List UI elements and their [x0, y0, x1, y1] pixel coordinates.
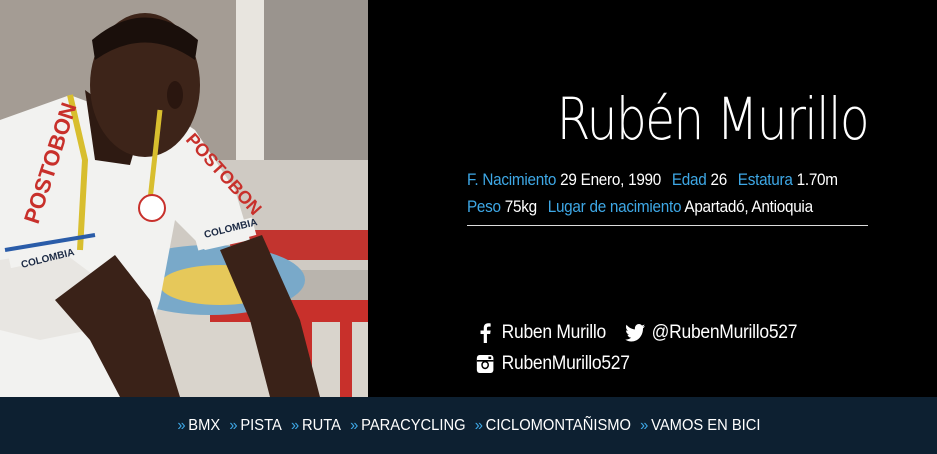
facebook-icon	[475, 322, 495, 344]
chevron-right-icon: »	[639, 416, 648, 434]
chevron-right-icon: »	[474, 416, 483, 434]
nav-label: VAMOS EN BICI	[650, 416, 761, 434]
facebook-link[interactable]: Ruben Murillo	[475, 317, 606, 348]
social-links: Ruben Murillo @RubenMurillo527 RubenMuri…	[475, 317, 812, 379]
divider	[467, 225, 868, 226]
nav-item-paracycling[interactable]: » PARACYCLING	[350, 417, 465, 435]
chevron-right-icon: »	[290, 416, 299, 434]
nav-item-vamos-en-bici[interactable]: » VAMOS EN BICI	[640, 417, 760, 435]
instagram-link[interactable]: RubenMurillo527	[475, 348, 630, 379]
social-row: RubenMurillo527	[475, 348, 812, 379]
instagram-icon	[475, 353, 495, 375]
height-label: Estatura	[737, 170, 793, 189]
athlete-photo: POSTOBON POSTOBON COLOMBIA COLOMBIA	[0, 0, 368, 397]
hero-section: POSTOBON POSTOBON COLOMBIA COLOMBIA Rubé…	[0, 0, 937, 397]
age-label: Edad	[671, 170, 707, 189]
nav-label: PISTA	[239, 416, 282, 434]
facebook-handle: Ruben Murillo	[501, 322, 607, 343]
weight-value: 75kg	[504, 197, 537, 216]
chevron-right-icon: »	[176, 416, 186, 434]
birthplace-label: Lugar de nacimiento	[547, 197, 682, 216]
footer-nav: » BMX » PISTA » RUTA » PARACYCLING » CICLOMON…	[0, 397, 937, 454]
twitter-handle: @RubenMurillo527	[652, 322, 798, 343]
facts-row: Peso 75kg Lugar de nacimiento Apartadó, A…	[467, 193, 828, 220]
birthdate-label: F. Nacimiento	[467, 170, 557, 189]
nav-label: PARACYCLING	[360, 416, 466, 434]
birthplace-value: Apartadó, Antioquia	[684, 197, 813, 216]
chevron-right-icon: »	[349, 416, 358, 434]
facts-row: F. Nacimiento 29 Enero, 1990 Edad 26 Estat…	[467, 166, 838, 193]
nav-item-ruta[interactable]: » RUTA	[291, 417, 341, 435]
social-row: Ruben Murillo @RubenMurillo527	[475, 317, 812, 348]
weight-label: Peso	[467, 197, 501, 216]
age-value: 26	[710, 170, 727, 189]
nav-label: CICLOMONTAÑISMO	[485, 416, 631, 434]
instagram-handle: RubenMurillo527	[501, 353, 630, 374]
nav-item-ciclomontanismo[interactable]: » CICLOMONTAÑISMO	[474, 417, 630, 435]
nav-label: BMX	[187, 416, 220, 434]
twitter-icon	[625, 322, 646, 344]
nav-label: RUTA	[301, 416, 341, 434]
nav-item-bmx[interactable]: » BMX	[177, 417, 220, 435]
nav-item-pista[interactable]: » PISTA	[229, 417, 281, 435]
nav-list: » BMX » PISTA » RUTA » PARACYCLING » CICLOMON…	[177, 417, 760, 435]
chevron-right-icon: »	[228, 416, 238, 434]
height-value: 1.70m	[796, 170, 838, 189]
birthdate-value: 29 Enero, 1990	[560, 170, 662, 189]
twitter-link[interactable]: @RubenMurillo527	[625, 317, 798, 348]
athlete-name: Rubén Murillo	[556, 85, 870, 153]
athlete-facts: F. Nacimiento 29 Enero, 1990 Edad 26 Estat…	[467, 166, 838, 220]
profile-card: Rubén Murillo F. Nacimiento 29 Enero, 19…	[467, 82, 870, 226]
